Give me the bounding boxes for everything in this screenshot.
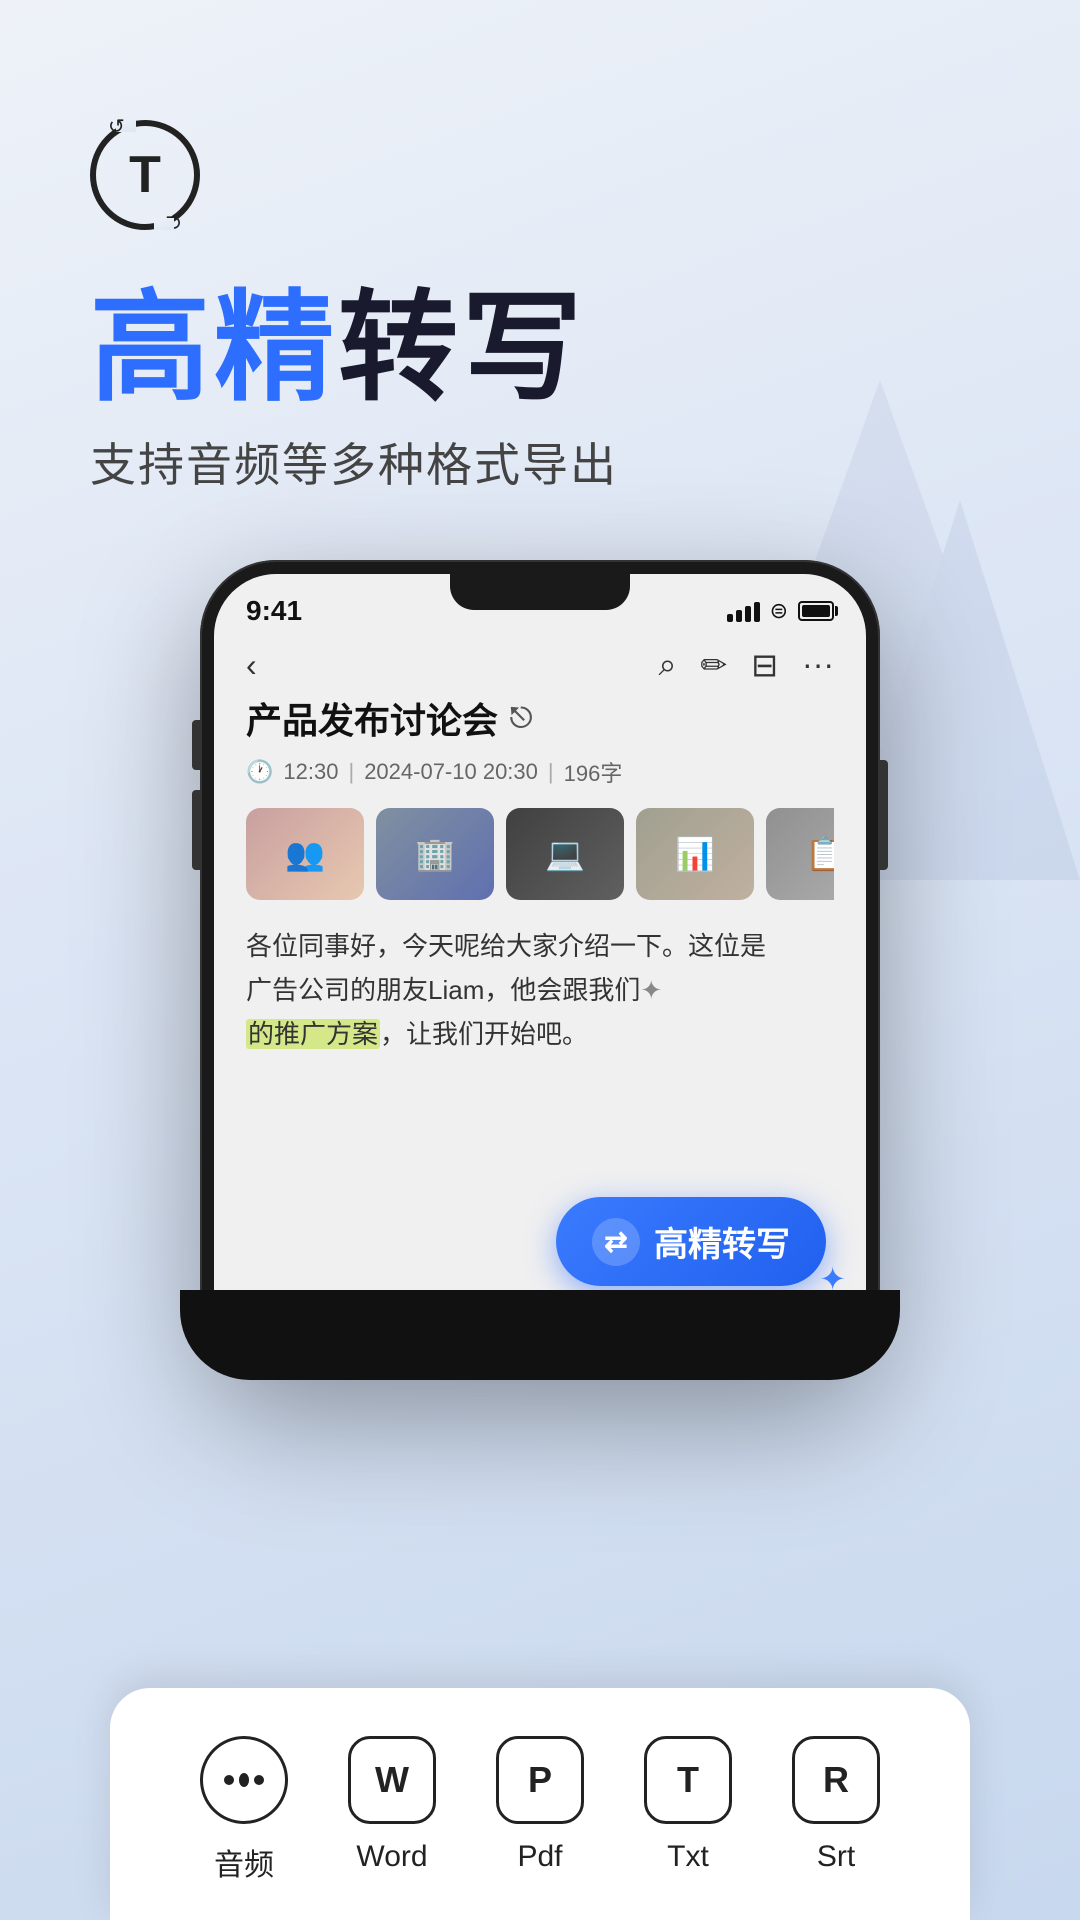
battery-fill [802, 605, 830, 617]
clock-icon: 🕐 [246, 759, 273, 785]
srt-icon-box: R [792, 1736, 880, 1824]
thumbnail-row: 👥 🏢 💻 📊 📋 [246, 808, 834, 900]
thumbnail-5: 📋 [766, 808, 834, 900]
dot3 [254, 1775, 264, 1785]
pdf-label: Pdf [517, 1840, 562, 1874]
audio-dots [224, 1773, 264, 1787]
thumbnail-3: 💻 [506, 808, 624, 900]
thumb-img-2: 🏢 [376, 808, 494, 900]
side-button-left2 [192, 790, 200, 870]
bar2 [736, 610, 742, 622]
logo-letter: T [129, 149, 161, 201]
thumbnail-1: 👥 [246, 808, 364, 900]
thumb-img-3: 💻 [506, 808, 624, 900]
word-icon-box: W [348, 1736, 436, 1824]
phone-bottom-bar [180, 1290, 900, 1380]
wifi-icon: ⊜ [770, 598, 788, 624]
logo-area: ↺ T ↻ [90, 120, 200, 230]
phone-toolbar: ‹ ⌕ ✏ ⊟ ··· [214, 638, 866, 692]
audio-label: 音频 [214, 1840, 274, 1884]
hd-transcribe-button[interactable]: ⇄ 高精转写 [556, 1197, 826, 1286]
doc-chars: 196字 [564, 756, 623, 788]
headline-blue: 高精 [90, 281, 338, 415]
status-icons: ⊜ [727, 598, 834, 624]
arrow-bottom-icon: ↻ [165, 211, 182, 236]
logo-icon: ↺ T ↻ [90, 120, 200, 230]
meta-sep2: | [548, 759, 554, 785]
arrow-top-icon: ↺ [108, 114, 125, 139]
doc-content: 产品发布讨论会 ⎋ 🕐 12:30 | 2024-07-10 20:30 | 1… [214, 692, 866, 1057]
bar3 [745, 606, 751, 622]
side-button-left1 [192, 720, 200, 770]
dot2 [239, 1773, 249, 1787]
word-label: Word [356, 1840, 427, 1874]
audio-icon-circle [200, 1736, 288, 1824]
srt-letter: R [823, 1759, 849, 1801]
search-icon[interactable]: ⌕ [658, 646, 676, 684]
phone-screen: 9:41 ⊜ ‹ ⌕ [214, 574, 866, 1366]
side-button-right [880, 760, 888, 870]
export-srt[interactable]: R Srt [792, 1736, 880, 1874]
pdf-icon-box: P [496, 1736, 584, 1824]
txt-icon-box: T [644, 1736, 732, 1824]
doc-meta: 🕐 12:30 | 2024-07-10 20:30 | 196字 [246, 756, 834, 788]
more-icon[interactable]: ··· [802, 646, 834, 684]
phone-notch [450, 574, 630, 610]
export-items-row: 音频 W Word P Pdf T Txt R [170, 1736, 910, 1884]
edit-icon[interactable]: ✏ [700, 646, 727, 684]
thumbnail-4: 📊 [636, 808, 754, 900]
thumb-img-4: 📊 [636, 808, 754, 900]
txt-label: Txt [667, 1840, 709, 1874]
hd-button-label: 高精转写 [654, 1217, 790, 1266]
export-audio[interactable]: 音频 [200, 1736, 288, 1884]
srt-label: Srt [817, 1840, 855, 1874]
subtitle: 支持音频等多种格式导出 [90, 429, 618, 495]
toolbar-right: ⌕ ✏ ⊟ ··· [658, 646, 834, 684]
doc-title: 产品发布讨论会 ⎋ [246, 692, 834, 744]
export-word[interactable]: W Word [348, 1736, 436, 1874]
battery-icon [798, 601, 834, 621]
back-icon[interactable]: ‹ [246, 647, 257, 684]
doc-date: 2024-07-10 20:30 [364, 759, 538, 785]
phone-mockup: 9:41 ⊜ ‹ ⌕ [200, 560, 880, 1380]
export-txt[interactable]: T Txt [644, 1736, 732, 1874]
hd-icon: ⇄ [592, 1218, 640, 1266]
export-pdf[interactable]: P Pdf [496, 1736, 584, 1874]
export-panel: 音频 W Word P Pdf T Txt R [110, 1688, 970, 1920]
thumb-img-1: 👥 [246, 808, 364, 900]
word-letter: W [375, 1759, 409, 1801]
share-icon[interactable]: ⎋ [510, 702, 532, 735]
main-headline: 高精转写 [90, 285, 618, 411]
bar1 [727, 614, 733, 622]
phone-outer: 9:41 ⊜ ‹ ⌕ [200, 560, 880, 1380]
thumbnail-2: 🏢 [376, 808, 494, 900]
txt-letter: T [677, 1759, 699, 1801]
document-icon[interactable]: ⊟ [751, 646, 778, 684]
pdf-letter: P [528, 1759, 552, 1801]
signal-icon [727, 600, 760, 622]
transcript-text: 各位同事好，今天呢给大家介绍一下。这位是 广告公司的朋友Liam，他会跟我们✦ … [246, 924, 834, 1057]
headline-black: 转写 [338, 281, 586, 415]
doc-title-text: 产品发布讨论会 [246, 692, 498, 744]
highlighted-text: 的推广方案 [246, 1019, 380, 1049]
bar4 [754, 602, 760, 622]
thumb-img-5: 📋 [766, 808, 834, 900]
dot1 [224, 1775, 234, 1785]
doc-time: 12:30 [283, 759, 338, 785]
meta-sep1: | [348, 759, 354, 785]
status-time: 9:41 [246, 595, 302, 627]
headline-section: 高精转写 支持音频等多种格式导出 [90, 285, 618, 495]
